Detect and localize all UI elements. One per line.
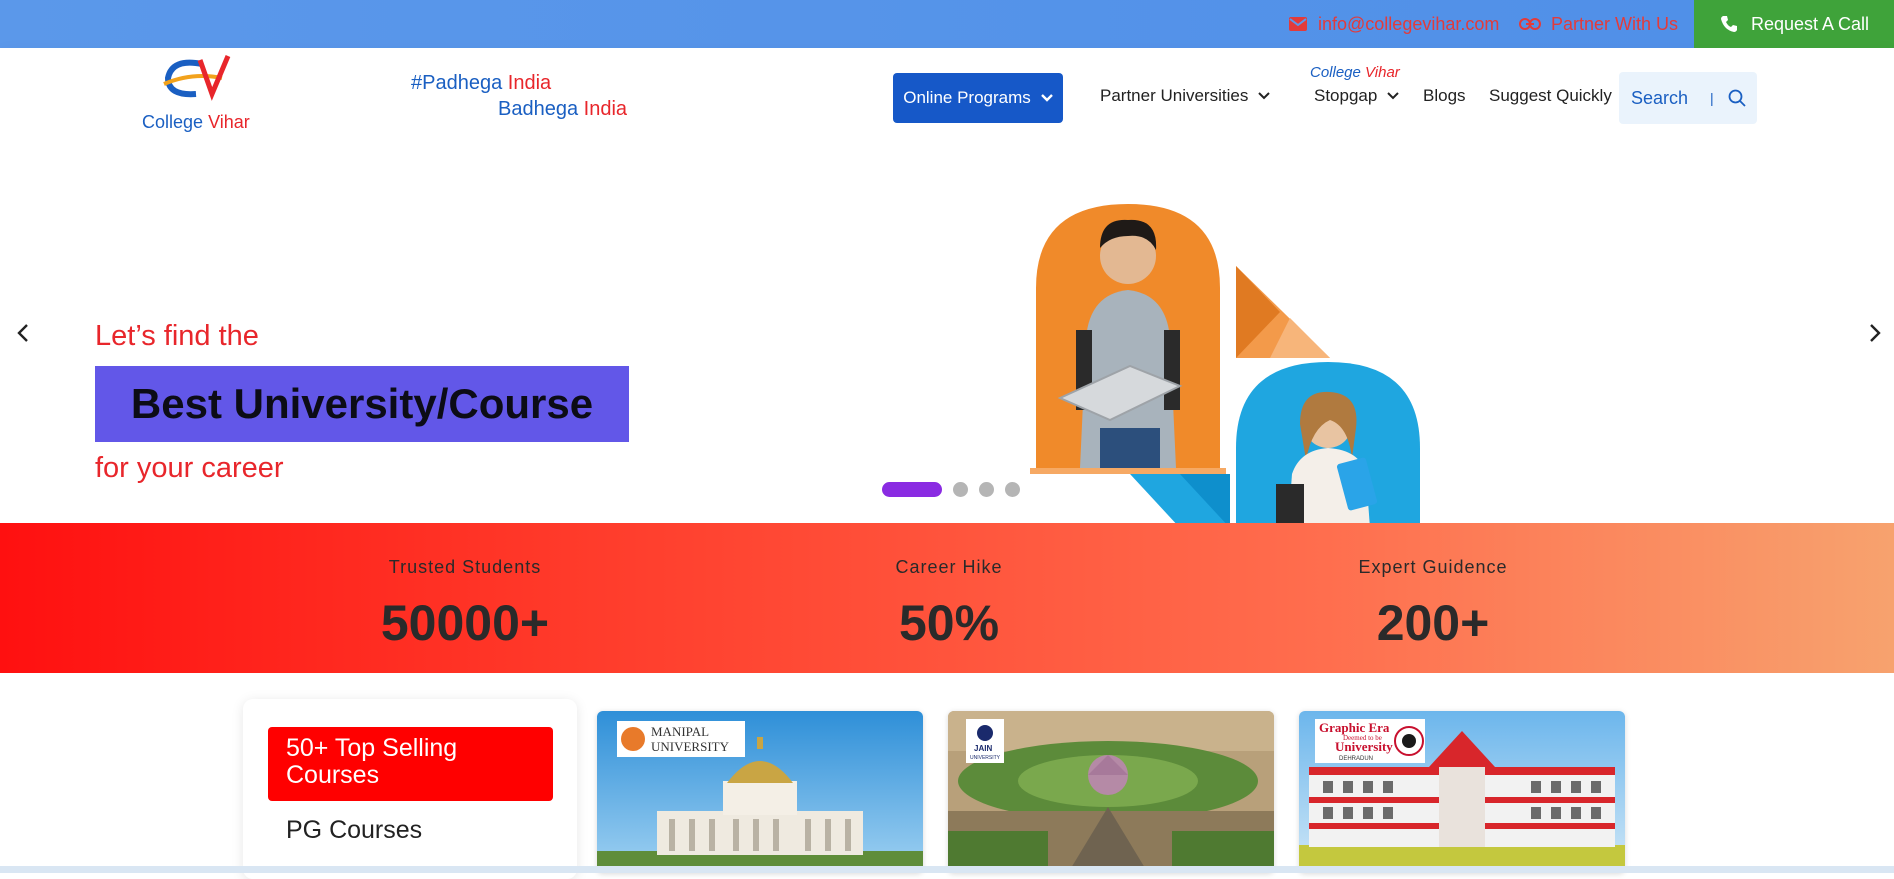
graphic-era-logo-text-2: University — [1335, 739, 1393, 754]
stat-career-hike: Career Hike 50% — [789, 557, 1109, 652]
chevron-right-icon[interactable] — [1868, 323, 1882, 343]
university-card-graphic-era[interactable]: Graphic Era Deemed to be University DEHR… — [1299, 711, 1625, 873]
graphic-era-university-image: Graphic Era Deemed to be University DEHR… — [1299, 711, 1625, 873]
pg-courses-tab[interactable]: PG Courses — [286, 816, 422, 845]
nav-suggest-quickly[interactable]: Suggest Quickly — [1489, 86, 1612, 106]
carousel-dot[interactable] — [953, 482, 968, 497]
nav-blogs[interactable]: Blogs — [1423, 86, 1466, 106]
top-selling-line-1: 50+ Top Selling — [286, 734, 458, 762]
stat-label: Career Hike — [895, 557, 1003, 577]
stat-label: Trusted Students — [388, 557, 542, 577]
nav-stopgap[interactable]: Stopgap — [1314, 86, 1400, 106]
search-separator: | — [1710, 90, 1714, 106]
graphic-era-logo-text-1: Graphic Era — [1319, 720, 1390, 735]
courses-panel: 50+ Top Selling Courses PG Courses — [243, 699, 577, 879]
hero-students-illustration — [1030, 204, 1420, 523]
blogs-label: Blogs — [1423, 86, 1466, 105]
hero-intro: Let’s find the — [95, 320, 259, 352]
stat-label: Expert Guidence — [1358, 557, 1508, 577]
stat-value: 200+ — [1376, 595, 1490, 651]
email-link[interactable]: info@collegevihar.com — [1288, 12, 1499, 36]
manipal-university-image: MANIPAL UNIVERSITY — [597, 711, 923, 873]
jain-logo-text-2: UNIVERSITY — [970, 755, 1001, 761]
stat-trusted-students: Trusted Students 50000+ — [305, 557, 625, 652]
hero-highlight: Best University/Course — [130, 380, 594, 427]
partner-with-us-link[interactable]: Partner With Us — [1519, 12, 1678, 36]
tagline-line-1: #Padhega India — [411, 72, 552, 94]
search-icon — [1728, 89, 1746, 107]
hero-carousel: Let’s find the Best University/Course fo… — [0, 148, 1894, 523]
chevron-left-icon[interactable] — [16, 323, 30, 343]
jain-university-image: JAIN UNIVERSITY — [948, 711, 1274, 873]
manipal-logo-text-1: MANIPAL — [651, 724, 709, 739]
nav-partner-universities[interactable]: Partner Universities — [1100, 86, 1271, 106]
stat-expert-guidence: Expert Guidence 200+ — [1273, 557, 1593, 652]
link-icon — [1519, 17, 1541, 31]
hero-highlight-box: Best University/Course — [95, 366, 629, 442]
stat-value: 50% — [898, 595, 1000, 651]
logo-name: College Vihar — [142, 112, 250, 132]
page-bottom-strip — [0, 866, 1894, 873]
carousel-dot[interactable] — [1005, 482, 1020, 497]
manipal-logo-text-2: UNIVERSITY — [651, 739, 730, 754]
top-selling-courses-tab[interactable]: 50+ Top Selling Courses — [268, 727, 553, 801]
carousel-indicators — [882, 482, 1031, 497]
chevron-down-icon — [1387, 92, 1400, 100]
stats-banner: Trusted Students 50000+ Career Hike 50% … — [0, 523, 1894, 673]
tagline-line-2: Badhega India — [498, 98, 628, 120]
request-call-button[interactable]: Request A Call — [1694, 0, 1894, 48]
jain-logo-text-1: JAIN — [974, 744, 992, 753]
top-selling-line-2: Courses — [286, 761, 380, 789]
online-programs-label: Online Programs — [903, 88, 1031, 107]
site-logo[interactable]: College Vihar — [140, 54, 256, 140]
university-card-manipal[interactable]: MANIPAL UNIVERSITY — [597, 711, 923, 873]
carousel-dot-active[interactable] — [882, 482, 942, 497]
envelope-icon — [1288, 16, 1308, 32]
phone-icon — [1719, 14, 1739, 34]
stopgap-label: Stopgap — [1314, 86, 1378, 105]
request-call-label: Request A Call — [1750, 13, 1870, 34]
email-text: info@collegevihar.com — [1318, 13, 1500, 34]
top-bar: info@collegevihar.com Partner With Us Re… — [0, 0, 1894, 48]
suggest-quickly-label: Suggest Quickly — [1489, 86, 1612, 105]
logo-mark — [162, 54, 234, 106]
search-label: Search — [1631, 87, 1689, 108]
graphic-era-logo-text-4: DEHRADUN — [1339, 756, 1373, 762]
stopgap-brand: College Vihar — [1310, 64, 1400, 81]
online-programs-button[interactable]: Online Programs — [893, 73, 1063, 123]
chevron-down-icon — [1040, 94, 1053, 102]
search-button[interactable]: Search | — [1619, 72, 1757, 124]
partner-universities-label: Partner Universities — [1100, 86, 1249, 105]
university-card-jain[interactable]: JAIN UNIVERSITY — [948, 711, 1274, 873]
main-navbar: College Vihar #Padhega India Badhega Ind… — [0, 48, 1894, 148]
hero-outro: for your career — [95, 452, 284, 484]
carousel-dot[interactable] — [979, 482, 994, 497]
partner-text: Partner With Us — [1551, 13, 1679, 34]
chevron-down-icon — [1258, 92, 1271, 100]
stat-value: 50000+ — [380, 595, 550, 651]
